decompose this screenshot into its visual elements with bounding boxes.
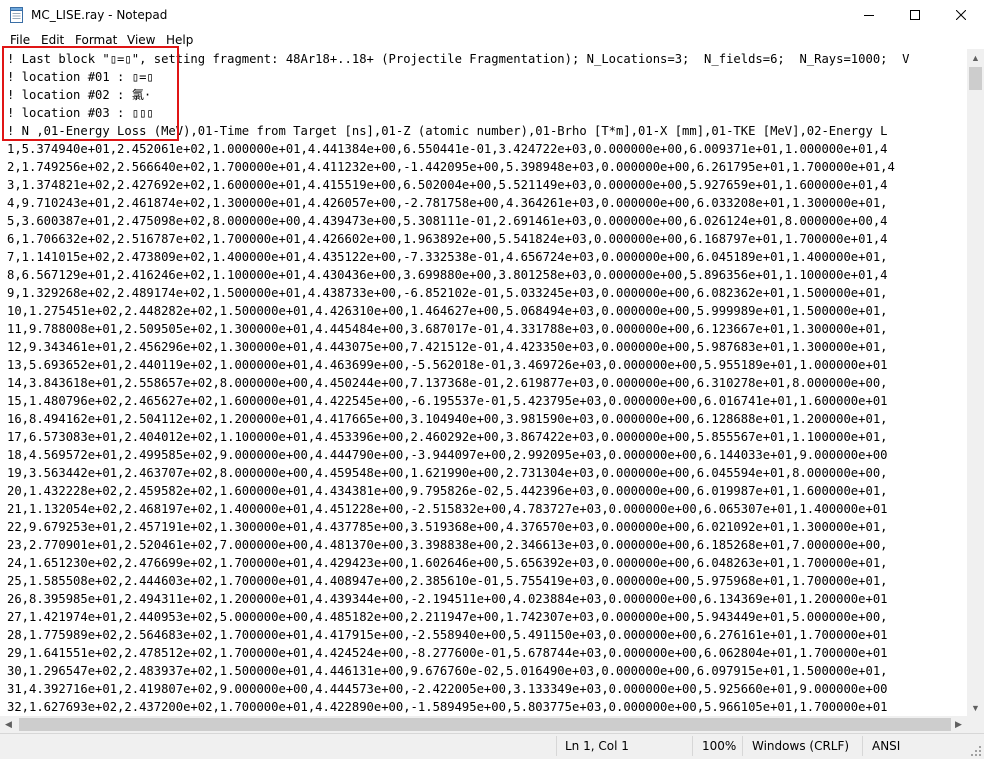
menu-file[interactable]: File xyxy=(10,33,30,47)
maximize-button[interactable] xyxy=(892,0,938,30)
data-row: 26,8.395985e+01,2.494311e+02,1.200000e+0… xyxy=(7,592,888,606)
data-row: 5,3.600387e+01,2.475098e+02,8.000000e+00… xyxy=(7,214,888,228)
resize-grip-icon[interactable] xyxy=(970,745,982,757)
status-divider xyxy=(556,736,557,756)
data-row: 27,1.421974e+01,2.440953e+02,5.000000e+0… xyxy=(7,610,888,624)
data-row: 21,1.132054e+02,2.468197e+02,1.400000e+0… xyxy=(7,502,888,516)
header-line: ! N ,01-Energy Loss (MeV),01-Time from T… xyxy=(7,124,888,138)
scroll-left-arrow-icon[interactable]: ◀ xyxy=(0,716,17,733)
header-line: ! location #02 : 氯· xyxy=(7,88,152,102)
menu-bar: File Edit Format View Help xyxy=(0,30,984,49)
data-row: 18,4.569572e+01,2.499585e+02,9.000000e+0… xyxy=(7,448,888,462)
encoding: ANSI xyxy=(872,739,901,753)
menu-format[interactable]: Format xyxy=(75,33,117,47)
header-line: ! location #03 : ▯▯▯ xyxy=(7,106,154,120)
vertical-scrollbar[interactable] xyxy=(967,49,984,716)
status-divider xyxy=(692,736,693,756)
minimize-icon xyxy=(864,15,874,16)
close-button[interactable] xyxy=(938,0,984,30)
data-row: 23,2.770901e+01,2.520461e+02,7.000000e+0… xyxy=(7,538,888,552)
scroll-down-arrow-icon[interactable]: ▼ xyxy=(967,699,984,716)
cursor-position: Ln 1, Col 1 xyxy=(565,739,629,753)
menu-view[interactable]: View xyxy=(127,33,155,47)
menu-edit[interactable]: Edit xyxy=(41,33,64,47)
data-row: 15,1.480796e+02,2.465627e+02,1.600000e+0… xyxy=(7,394,888,408)
minimize-button[interactable] xyxy=(846,0,892,30)
data-row: 24,1.651230e+02,2.476699e+02,1.700000e+0… xyxy=(7,556,888,570)
data-row: 29,1.641551e+02,2.478512e+02,1.700000e+0… xyxy=(7,646,888,660)
header-line: ! location #01 : ▯=▯ xyxy=(7,70,154,84)
status-divider xyxy=(742,736,743,756)
text-editor[interactable]: ! Last block "▯=▯", setting fragment: 48… xyxy=(0,49,967,716)
data-row: 31,4.392716e+01,2.419807e+02,9.000000e+0… xyxy=(7,682,888,696)
header-line: ! Last block "▯=▯", setting fragment: 48… xyxy=(7,52,910,66)
data-row: 14,3.843618e+01,2.558657e+02,8.000000e+0… xyxy=(7,376,888,390)
notepad-icon xyxy=(10,7,23,23)
data-row: 13,5.693652e+01,2.440119e+02,1.000000e+0… xyxy=(7,358,888,372)
data-row: 6,1.706632e+02,2.516787e+02,1.700000e+01… xyxy=(7,232,888,246)
data-row: 32,1.627693e+02,2.437200e+02,1.700000e+0… xyxy=(7,700,888,714)
data-row: 7,1.141015e+02,2.473809e+02,1.400000e+01… xyxy=(7,250,888,264)
data-row: 19,3.563442e+01,2.463707e+02,8.000000e+0… xyxy=(7,466,888,480)
data-row: 3,1.374821e+02,2.427692e+02,1.600000e+01… xyxy=(7,178,888,192)
scroll-up-arrow-icon[interactable]: ▲ xyxy=(967,49,984,66)
status-divider xyxy=(862,736,863,756)
data-row: 12,9.343461e+01,2.456296e+02,1.300000e+0… xyxy=(7,340,888,354)
data-row: 25,1.585508e+02,2.444603e+02,1.700000e+0… xyxy=(7,574,888,588)
data-row: 20,1.432228e+02,2.459582e+02,1.600000e+0… xyxy=(7,484,888,498)
close-icon xyxy=(956,10,966,20)
data-row: 1,5.374940e+01,2.452061e+02,1.000000e+01… xyxy=(7,142,888,156)
data-row: 4,9.710243e+01,2.461874e+02,1.300000e+01… xyxy=(7,196,888,210)
line-ending: Windows (CRLF) xyxy=(752,739,850,753)
scrollbar-corner xyxy=(967,716,984,733)
maximize-icon xyxy=(910,10,920,20)
scroll-right-arrow-icon[interactable]: ▶ xyxy=(950,716,967,733)
status-bar: Ln 1, Col 1 100% Windows (CRLF) ANSI xyxy=(0,733,984,759)
data-row: 22,9.679253e+01,2.457191e+02,1.300000e+0… xyxy=(7,520,888,534)
data-row: 10,1.275451e+02,2.448282e+02,1.500000e+0… xyxy=(7,304,888,318)
data-row: 11,9.788008e+01,2.509505e+02,1.300000e+0… xyxy=(7,322,888,336)
zoom-level: 100% xyxy=(702,739,737,753)
horizontal-scroll-thumb[interactable] xyxy=(19,718,951,731)
data-row: 9,1.329268e+02,2.489174e+02,1.500000e+01… xyxy=(7,286,888,300)
window-title: MC_LISE.ray - Notepad xyxy=(31,8,168,22)
menu-help[interactable]: Help xyxy=(166,33,193,47)
data-row: 17,6.573083e+01,2.404012e+02,1.100000e+0… xyxy=(7,430,888,444)
data-row: 28,1.775989e+02,2.564683e+02,1.700000e+0… xyxy=(7,628,888,642)
data-row: 30,1.296547e+02,2.483937e+02,1.500000e+0… xyxy=(7,664,888,678)
title-bar: MC_LISE.ray - Notepad xyxy=(0,0,984,30)
vertical-scroll-thumb[interactable] xyxy=(969,67,982,90)
data-row: 2,1.749256e+02,2.566640e+02,1.700000e+01… xyxy=(7,160,895,174)
data-row: 8,6.567129e+01,2.416246e+02,1.100000e+01… xyxy=(7,268,888,282)
data-row: 16,8.494162e+01,2.504112e+02,1.200000e+0… xyxy=(7,412,888,426)
